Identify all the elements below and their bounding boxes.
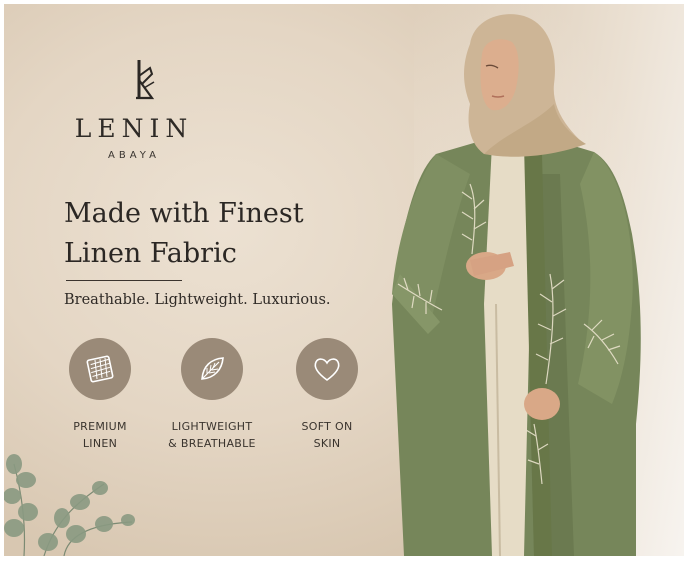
feature-icon-circle [296,338,358,400]
brand-subtitle: ABAYA [108,150,160,161]
heart-icon [314,358,340,381]
feature-soft-on-skin: SOFT ON SKIN [272,338,382,452]
feature-icon-circle [181,338,243,400]
feature-lightweight: LIGHTWEIGHT & BREATHABLE [157,338,267,452]
feature-label-line-2: SKIN [313,437,341,450]
fabric-icon [86,355,114,383]
headline-line-2: Linen Fabric [64,238,237,269]
promo-banner: LENIN ABAYA Made with Finest Linen Fabri… [4,4,684,556]
feature-label-line-2: & BREATHABLE [168,437,256,450]
monogram-logo-icon [136,60,155,100]
eucalyptus-plant-icon [4,454,135,556]
brand-name: LENIN [74,114,194,143]
model-photo [392,14,641,556]
feature-label: LIGHTWEIGHT & BREATHABLE [157,418,267,452]
feature-icon-circle [69,338,131,400]
leaf-icon [201,357,224,380]
tagline: Breathable. Lightweight. Luxurious. [64,292,331,308]
feature-label: SOFT ON SKIN [272,418,382,452]
headline: Made with Finest Linen Fabric [64,194,394,274]
feature-label-line-1: SOFT ON [301,420,353,433]
headline-line-1: Made with Finest [64,198,304,229]
divider [66,280,182,281]
feature-label-line-1: LIGHTWEIGHT [171,420,253,433]
